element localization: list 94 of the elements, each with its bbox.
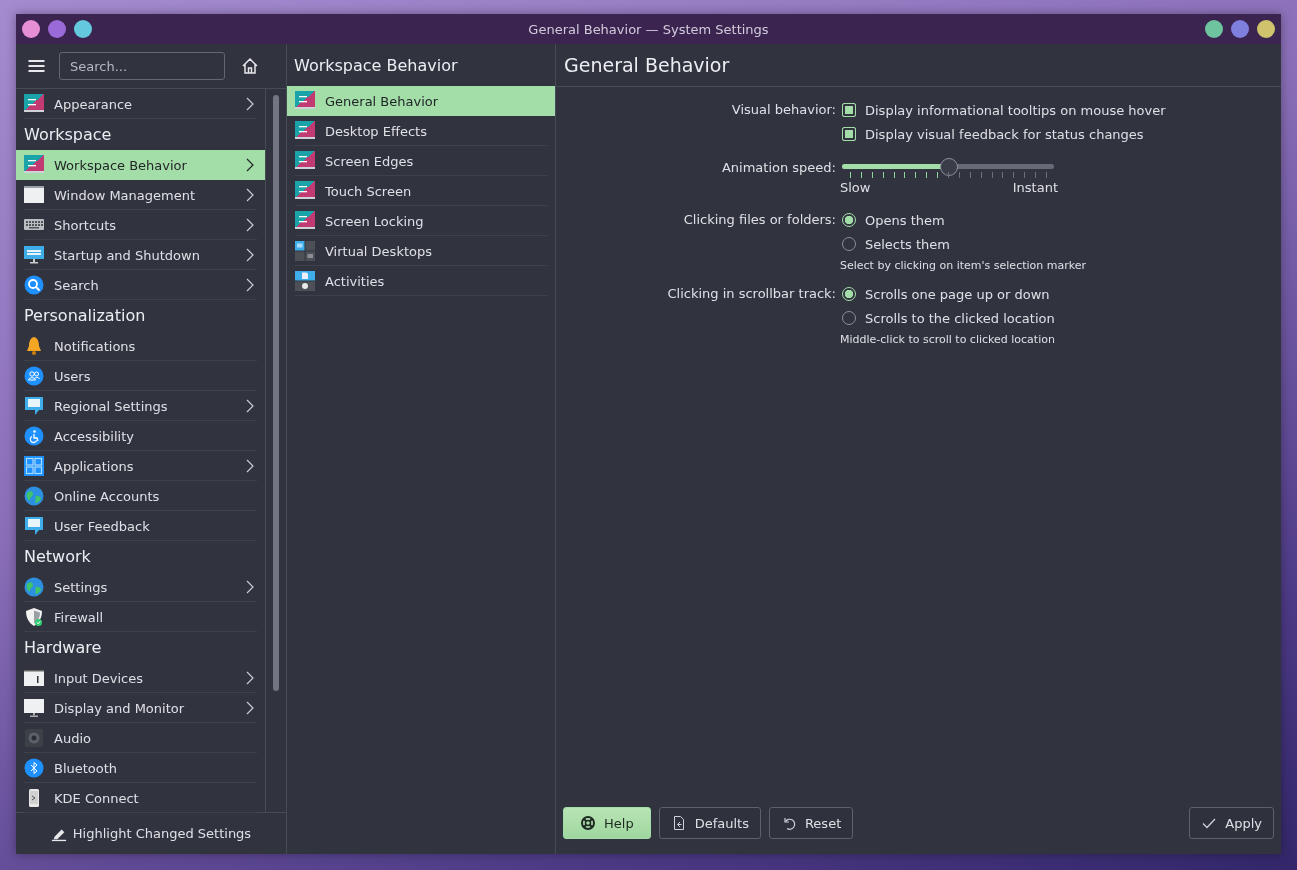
radio-button[interactable] (842, 213, 856, 227)
field-label: Clicking files or folders: (682, 211, 836, 229)
screen-tile-icon (295, 151, 315, 171)
radio-button[interactable] (842, 287, 856, 301)
checkbox-option[interactable]: Display visual feedback for status changes (842, 122, 1144, 146)
activities-icon (295, 271, 315, 291)
category-heading: Hardware (23, 637, 103, 659)
desktop-grid-icon (295, 241, 315, 261)
screen-tile-icon (295, 211, 315, 231)
window-control-button[interactable] (1205, 20, 1223, 38)
sidebar-item[interactable]: Applications (16, 451, 265, 481)
radio-option[interactable]: Scrolls one page up or down (842, 282, 1050, 306)
subpanel-item[interactable]: Virtual Desktops (287, 236, 555, 266)
subpanel-item[interactable]: Desktop Effects (287, 116, 555, 146)
window-control-button[interactable] (1257, 20, 1275, 38)
sidebar-item[interactable]: Appearance (16, 89, 265, 119)
home-icon[interactable] (241, 57, 259, 75)
scrollbar-thumb[interactable] (273, 95, 279, 691)
monitor-icon (24, 245, 44, 265)
sidebar-item[interactable]: Regional Settings (16, 391, 265, 421)
speaker-icon (24, 728, 44, 748)
subpanel-item[interactable]: Activities (287, 266, 555, 296)
subpanel-item[interactable]: Screen Locking (287, 206, 555, 236)
bell-icon (24, 336, 44, 356)
menu-icon[interactable] (28, 59, 45, 73)
accessibility-icon (24, 426, 44, 446)
search-field[interactable]: Search... (59, 52, 225, 80)
screen-tile-icon (24, 155, 44, 175)
animation-speed-slider[interactable] (842, 156, 1054, 180)
panel-title: Workspace Behavior (293, 54, 459, 77)
reset-button[interactable]: Reset (768, 807, 854, 839)
category-heading: Workspace (23, 124, 113, 146)
window-title: General Behavior — System Settings (528, 21, 769, 37)
sidebar-item[interactable]: Input Devices (16, 663, 265, 693)
category-heading: Personalization (23, 305, 147, 327)
sidebar-item[interactable]: Online Accounts (16, 481, 265, 511)
apply-button[interactable]: Apply (1189, 807, 1274, 839)
sidebar-item[interactable]: User Feedback (16, 511, 265, 541)
field-label: Visual behavior: (730, 101, 836, 119)
sidebar-item[interactable]: Startup and Shutdown (16, 240, 265, 270)
window-control-button[interactable] (48, 20, 66, 38)
sidebar-item[interactable]: Workspace Behavior (16, 150, 265, 180)
sidebar-item[interactable]: Firewall (16, 602, 265, 632)
globe-icon (24, 486, 44, 506)
display-icon (24, 698, 44, 718)
subpanel-item[interactable]: Touch Screen (287, 176, 555, 206)
screen-tile-icon (295, 181, 315, 201)
radio-option[interactable]: Selects them (842, 232, 950, 256)
sidebar-item[interactable]: Settings (16, 572, 265, 602)
bluetooth-icon (24, 758, 44, 778)
search-icon (24, 275, 44, 295)
category-heading: Network (23, 546, 92, 568)
field-label: Clicking in scrollbar track: (666, 285, 836, 303)
screen-tile-icon (24, 94, 44, 114)
slider-max-label: Instant (1012, 180, 1058, 197)
subpanel-item[interactable]: Screen Edges (287, 146, 555, 176)
checkbox[interactable] (842, 103, 856, 117)
screen-tile-icon (295, 121, 315, 141)
radio-option[interactable]: Scrolls to the clicked location (842, 306, 1055, 330)
window-control-button[interactable] (22, 20, 40, 38)
window-icon (24, 185, 44, 205)
lifebuoy-icon (580, 815, 596, 831)
subpanel-item[interactable]: General Behavior (287, 86, 555, 116)
radio-option[interactable]: Opens them (842, 208, 945, 232)
input-device-icon (24, 668, 44, 688)
users-icon (24, 366, 44, 386)
app-grid-icon (24, 456, 44, 476)
sidebar-item[interactable]: Search (16, 270, 265, 300)
highlight-changed-settings-button[interactable]: Highlight Changed Settings (44, 821, 258, 846)
sidebar-item[interactable]: KDE Connect (16, 783, 265, 813)
screen-tile-icon (295, 91, 315, 111)
sidebar-item[interactable]: Audio (16, 723, 265, 753)
sidebar-item[interactable]: Notifications (16, 331, 265, 361)
globe-icon (24, 577, 44, 597)
hint-text: Select by clicking on item's selection marker (840, 259, 1086, 272)
field-label: Animation speed: (720, 159, 836, 177)
checkbox-option[interactable]: Display informational tooltips on mouse hover (842, 98, 1166, 122)
checkbox[interactable] (842, 127, 856, 141)
shield-icon (24, 607, 44, 627)
page-title: General Behavior (556, 44, 1281, 87)
sidebar-item[interactable]: Window Management (16, 180, 265, 210)
sidebar-item[interactable]: Bluetooth (16, 753, 265, 783)
window-control-button[interactable] (1231, 20, 1249, 38)
window-control-button[interactable] (74, 20, 92, 38)
sidebar-item[interactable]: Users (16, 361, 265, 391)
help-button[interactable]: Help (563, 807, 651, 839)
speech-bubble-icon (24, 396, 44, 416)
sidebar-item[interactable]: Shortcuts (16, 210, 265, 240)
speech-bubble-icon (24, 516, 44, 536)
hint-text: Middle-click to scroll to clicked location (840, 333, 1055, 346)
sidebar-item[interactable]: Display and Monitor (16, 693, 265, 723)
slider-min-label: Slow (840, 180, 871, 197)
defaults-button[interactable]: Defaults (658, 807, 761, 839)
sidebar-item[interactable]: Accessibility (16, 421, 265, 451)
